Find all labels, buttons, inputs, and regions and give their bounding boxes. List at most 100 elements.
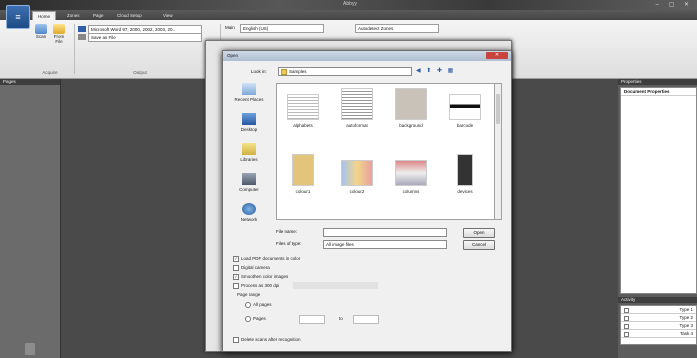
place-libraries[interactable]: Libraries — [229, 143, 269, 162]
file-name: alphabets — [293, 123, 313, 128]
scan-button[interactable]: Scan — [32, 24, 50, 39]
file-thumbnail — [457, 154, 473, 186]
file-item[interactable]: autoformat — [335, 88, 379, 128]
scanner-icon — [35, 24, 47, 34]
option-label: Smoothen color images — [241, 274, 289, 279]
open-dialog: Open ✕ Look in: Samples ◀ ⬆ ✚ ▦ Recent P… — [222, 50, 512, 352]
option-process-300dpi[interactable]: Process as 300 dpi — [233, 282, 279, 289]
file-name: colour1 — [295, 189, 311, 194]
task-label: Type 1 — [679, 307, 693, 312]
properties-title: Properties — [618, 79, 697, 85]
pages-panel-title: Pages — [0, 79, 60, 85]
task-row[interactable]: Task 4 — [621, 330, 696, 338]
radio-pages[interactable]: Pages — [245, 315, 266, 322]
look-in-combo[interactable]: Samples — [278, 67, 412, 76]
activity-box: Type 1 Type 2 Type 3 Task 4 — [620, 305, 697, 345]
dialog-title-bar: Open — [223, 51, 511, 61]
file-thumbnail — [449, 94, 481, 120]
task-label: Task 4 — [679, 331, 693, 336]
task-row[interactable]: Type 1 — [621, 306, 696, 314]
task-checkbox[interactable] — [624, 316, 629, 321]
file-item[interactable]: colour2 — [335, 160, 379, 194]
nav-toolbar-icons[interactable]: ◀ ⬆ ✚ ▦ — [416, 67, 455, 74]
file-icon — [78, 34, 86, 40]
window-controls[interactable]: – ▢ ✕ — [656, 1, 693, 8]
radio-label: Pages — [253, 316, 266, 321]
file-name: columns — [402, 189, 420, 194]
trash-icon[interactable] — [25, 343, 35, 355]
place-label: Recent Places — [234, 97, 264, 102]
tab-page[interactable]: Page — [88, 11, 109, 20]
save-as-file-combo[interactable]: Save as File — [88, 33, 202, 42]
look-in-value: Samples — [289, 69, 307, 74]
file-thumbnail — [341, 160, 373, 186]
file-name: colour2 — [349, 189, 365, 194]
file-item[interactable]: columns — [389, 160, 433, 194]
checkbox[interactable] — [233, 336, 239, 343]
look-in-label: Look in: — [251, 69, 267, 74]
files-of-type-select[interactable]: All image files — [323, 240, 447, 249]
page-range-label: Page range — [237, 292, 261, 297]
output-group-label: Output — [133, 70, 147, 75]
file-item[interactable]: alphabets — [281, 94, 325, 128]
file-name-input[interactable] — [323, 228, 447, 237]
network-icon — [242, 203, 256, 215]
checkbox[interactable] — [233, 282, 239, 289]
language-combo[interactable]: English (US) — [240, 24, 324, 33]
autodetect-combo[interactable]: Autodetect Zones — [355, 24, 439, 33]
file-item[interactable]: background — [389, 88, 433, 128]
task-label: Type 3 — [679, 323, 693, 328]
main-label: Main — [225, 25, 235, 30]
file-list-scrollbar[interactable] — [494, 83, 502, 220]
task-row[interactable]: Type 2 — [621, 314, 696, 322]
radio-label: All pages — [253, 302, 272, 307]
open-button[interactable]: Open — [463, 228, 495, 238]
file-thumbnail — [341, 88, 373, 120]
files-of-type-label: Files of type: — [276, 241, 302, 246]
app-logo-icon[interactable]: ≡ — [6, 5, 30, 29]
radio-button[interactable] — [245, 301, 251, 308]
file-name-label: File name: — [276, 229, 298, 234]
radio-button[interactable] — [245, 315, 251, 322]
file-thumbnail — [292, 154, 314, 186]
checkbox[interactable] — [233, 264, 239, 271]
file-list[interactable]: alphabets autoformat background barcode … — [276, 83, 496, 220]
option-delete-scans[interactable]: Delete scans after recognition — [233, 336, 301, 343]
task-checkbox[interactable] — [624, 324, 629, 329]
radio-all-pages[interactable]: All pages — [245, 301, 272, 308]
option-load-pdf-color[interactable]: ✓ Load PDF documents in color — [233, 255, 300, 262]
task-checkbox[interactable] — [624, 332, 629, 337]
cancel-button[interactable]: Cancel — [463, 240, 495, 250]
scrollbar-thumb[interactable] — [496, 94, 500, 124]
dpi-field — [293, 282, 378, 289]
checkbox[interactable]: ✓ — [233, 273, 239, 280]
tab-cloud-setup[interactable]: Cloud Setup — [112, 11, 147, 20]
libraries-icon — [242, 143, 256, 155]
to-label: to — [339, 316, 343, 321]
file-item[interactable]: devices — [443, 154, 487, 194]
task-row[interactable]: Type 3 — [621, 322, 696, 330]
file-item[interactable]: colour1 — [281, 154, 325, 194]
page-from-input[interactable] — [299, 315, 325, 324]
tab-zones[interactable]: Zones — [62, 11, 85, 20]
place-computer[interactable]: Computer — [229, 173, 269, 192]
option-smoothen-color[interactable]: ✓ Smoothen color images — [233, 273, 288, 280]
option-label: Load PDF documents in color — [241, 256, 301, 261]
file-thumbnail — [395, 160, 427, 186]
place-desktop[interactable]: Desktop — [229, 113, 269, 132]
place-recent-places[interactable]: Recent Places — [229, 83, 269, 102]
file-item[interactable]: barcode — [443, 94, 487, 128]
option-digital-camera[interactable]: Digital camera — [233, 264, 270, 271]
from-file-label: From File — [53, 34, 65, 44]
dialog-close-button[interactable]: ✕ — [486, 52, 508, 59]
place-network[interactable]: Network — [229, 203, 269, 222]
folder-icon — [53, 24, 65, 34]
checkbox[interactable]: ✓ — [233, 255, 239, 262]
tab-view[interactable]: View — [158, 11, 178, 20]
pages-panel: Pages — [0, 79, 61, 358]
file-name: autoformat — [346, 123, 368, 128]
task-checkbox[interactable] — [624, 308, 629, 313]
page-to-input[interactable] — [353, 315, 379, 324]
from-file-button[interactable]: From File — [50, 24, 68, 44]
document-properties-header[interactable]: Document Properties — [621, 88, 696, 96]
